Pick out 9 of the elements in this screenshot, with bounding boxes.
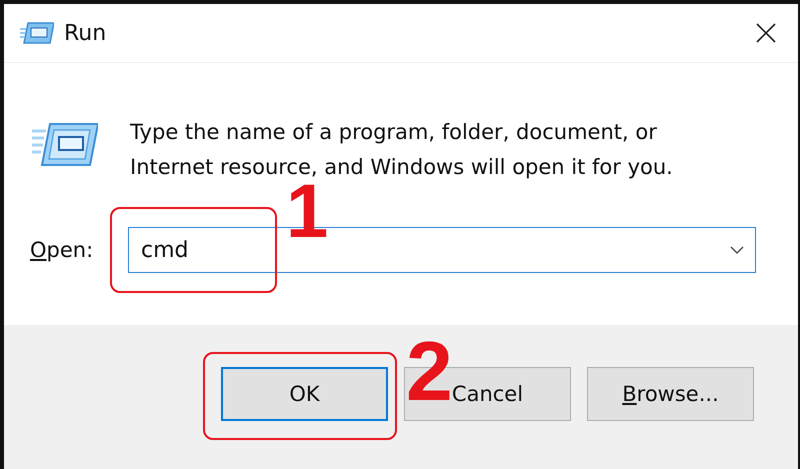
run-icon — [20, 21, 54, 45]
window-title: Run — [64, 20, 108, 46]
run-icon — [32, 121, 98, 167]
dialog-button[interactable]: OK — [221, 367, 388, 421]
dropdown-caret-icon[interactable] — [730, 246, 744, 254]
close-icon[interactable] — [756, 23, 776, 43]
description-text: Type the name of a program, folder, document, or Internet resource, and Windows will open it for you. — [130, 119, 674, 181]
open-label: Open: — [30, 238, 94, 262]
dialog-button[interactable]: Browse... — [587, 367, 754, 421]
